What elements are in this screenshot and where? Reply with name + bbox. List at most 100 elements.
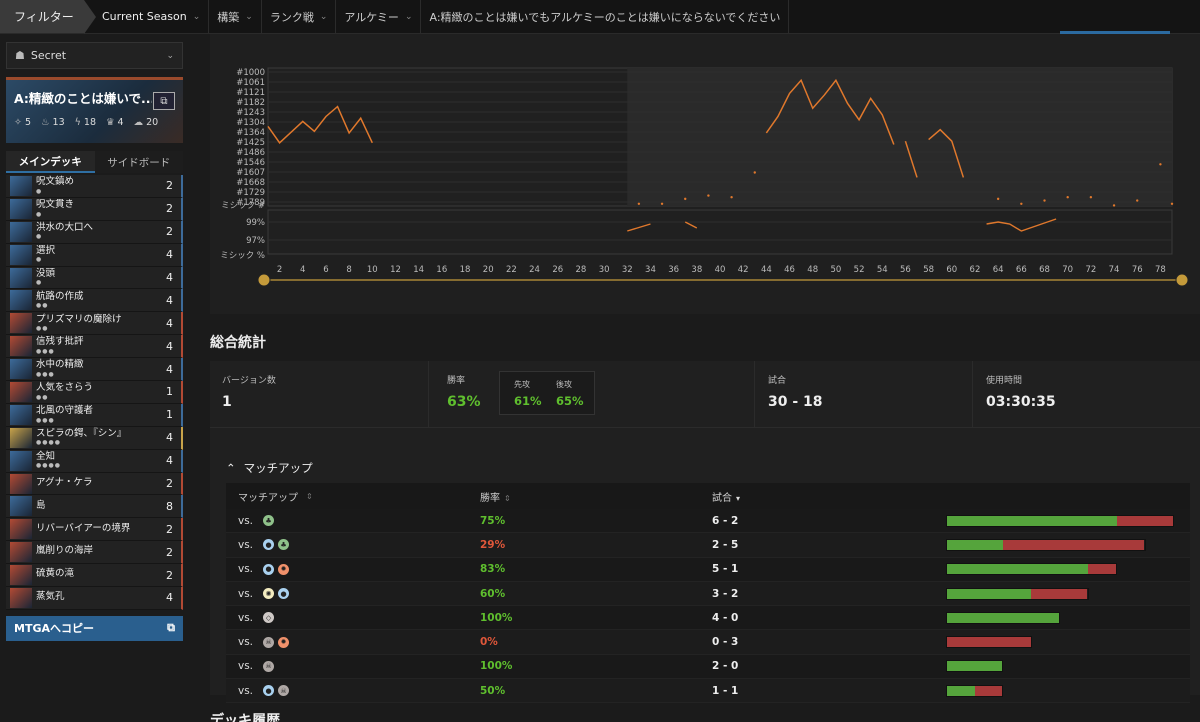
rank-chart: #1000#1061#1121#1182#1243#1304#1364#1425…	[220, 67, 1189, 287]
card-row[interactable]: 呪文鎮め ● 2	[6, 175, 183, 198]
visibility-select[interactable]: ☗ Secret ⌄	[6, 42, 183, 69]
card-art	[10, 336, 32, 357]
deck-stat-value: 5	[24, 117, 32, 128]
rank-point	[637, 202, 641, 206]
mtga-copy-button[interactable]: MTGAへコピー ⧉	[6, 615, 183, 641]
card-row[interactable]: 蒸気孔 4	[6, 587, 183, 610]
card-row[interactable]: 没頭 ● 4	[6, 266, 183, 290]
matchup-row[interactable]: vs. ● ♣ 29% 2 - 5	[226, 533, 1190, 558]
rank-point	[1136, 199, 1139, 202]
season-filter-label: Current Season	[102, 10, 187, 23]
card-name: 呪文貫き	[36, 199, 75, 211]
matchup-toggle[interactable]: ⌃ マッチアップ	[226, 460, 313, 476]
card-row[interactable]: 人気をさらう ●● 1	[6, 381, 183, 404]
card-name: スピラの鍔、『シン』	[36, 427, 127, 439]
card-row[interactable]: 硫黄の滝 2	[6, 564, 183, 588]
matches-value: 30 - 18	[768, 394, 823, 410]
matchup-bar	[946, 660, 1003, 673]
on-play-value: 61%	[514, 394, 542, 408]
matchup-winrate: 60%	[480, 587, 506, 600]
col-matches[interactable]: 試合 ▾	[704, 489, 946, 504]
card-row[interactable]: 水中の精緻 ●●● 4	[6, 358, 183, 382]
card-name-block: 没頭 ●	[36, 269, 55, 287]
card-name: リバーバイアーの境界	[36, 522, 131, 534]
tab-main-deck[interactable]: メインデッキ	[6, 151, 95, 173]
col-matchup[interactable]: マッチアップ ⇕	[226, 489, 466, 504]
mana-cost: ●●	[36, 302, 49, 310]
vs-label: vs.	[238, 538, 254, 551]
main-content: #1000 #1061 #1121 #1182 #1243 #1304 #1364 #1425…	[210, 34, 1200, 722]
matchup-bar	[946, 684, 1003, 697]
card-art	[10, 244, 32, 265]
card-row[interactable]: 航路の作成 ●● 4	[6, 289, 183, 313]
deck-filter[interactable]: A:精緻のことは嫌いでもアルケミーのことは嫌いにならないでください	[421, 0, 790, 33]
card-art	[10, 587, 32, 608]
card-row[interactable]: 島8	[6, 495, 183, 519]
deck-action-button[interactable]: ⧉	[153, 92, 175, 110]
card-art	[10, 221, 32, 242]
mythic-pct-axis-label: ミシック %	[220, 251, 265, 261]
card-art	[10, 267, 32, 288]
y-tick-label: #1486	[236, 148, 265, 158]
mana-cost: ●●●	[36, 416, 55, 424]
card-quantity: 4	[166, 591, 173, 605]
card-quantity: 1	[166, 385, 173, 399]
matchup-row[interactable]: vs. ● ✹ 83% 5 - 1	[226, 557, 1190, 582]
card-row[interactable]: 呪文貫き ● 2	[6, 197, 183, 221]
card-row[interactable]: 選択 ● 4	[6, 243, 183, 267]
mana-cost: ●●	[36, 325, 49, 333]
format-filter[interactable]: 構築 ⌄	[209, 0, 262, 33]
card-row[interactable]: 洪水の大口へ ● 2	[6, 220, 183, 244]
y-tick-label: #1546	[236, 158, 265, 168]
card-art	[10, 427, 32, 448]
queue-filter[interactable]: ランク戦 ⌄	[262, 0, 337, 33]
card-row[interactable]: スピラの鍔、『シン』 ●●●● 4	[6, 426, 183, 450]
card-name-block: 全知 ●●●●	[36, 452, 61, 470]
card-name: 航路の作成	[36, 290, 84, 302]
vs-label: vs.	[238, 636, 254, 649]
matchup-table-body: vs. ♣ 75% 6 - 2 vs. ● ♣ 29% 2 - 5 vs. ● ✹ 83% 5 - 1 vs…	[226, 509, 1190, 704]
card-name: 水中の精緻	[36, 359, 84, 371]
overall-stats-title: 総合統計	[210, 335, 266, 351]
matchup-row[interactable]: vs. ♣ 75% 6 - 2	[226, 509, 1190, 534]
deck-tabs: メインデッキ サイドボード	[6, 151, 183, 173]
matchup-row[interactable]: vs. ● ☠ 50% 1 - 1	[226, 679, 1190, 704]
vs-label: vs.	[238, 611, 254, 624]
card-name-block: 呪文鎮め ●	[36, 177, 74, 195]
x-tick-label: 72	[1085, 265, 1096, 275]
matchup-winrate: 50%	[480, 684, 506, 697]
card-row[interactable]: 全知 ●●●● 4	[6, 449, 183, 473]
mana-cost: ●●●	[36, 370, 55, 378]
y-tick-label: #1061	[236, 78, 265, 88]
x-tick-label: 18	[460, 265, 471, 275]
matchup-row[interactable]: vs. ✺ ● 60% 3 - 2	[226, 581, 1190, 607]
col-winrate[interactable]: 勝率 ⇕	[466, 489, 704, 504]
x-tick-label: 48	[807, 265, 818, 275]
x-tick-label: 6	[323, 265, 328, 275]
card-quantity: 4	[166, 248, 173, 262]
spy-icon: ☗	[15, 49, 25, 62]
card-row[interactable]: 北風の守護者 ●●● 1	[6, 403, 183, 427]
x-tick-label: 58	[923, 265, 934, 275]
card-row[interactable]: 嵐削りの海岸 2	[6, 541, 183, 565]
card-name-block: アグナ・ケラ	[36, 478, 93, 490]
event-filter[interactable]: アルケミー ⌄	[336, 0, 422, 33]
matchup-row[interactable]: vs. ☠ 100% 2 - 0	[226, 654, 1190, 680]
card-quantity: 2	[166, 568, 173, 582]
card-row[interactable]: プリズマリの魔除け ●● 4	[6, 312, 183, 336]
tab-sideboard[interactable]: サイドボード	[94, 151, 183, 173]
matchup-bar-cell	[946, 563, 1190, 576]
card-row[interactable]: アグナ・ケラ 2	[6, 472, 183, 496]
card-list: 呪文鎮め ● 2 呪文貫き ● 2 洪水の大口へ ● 2 選択 ● 4 没頭 ● 4 航路の作成 ●● 4 プリズマ…	[6, 175, 183, 610]
card-row[interactable]: 信残す批評 ●●● 4	[6, 335, 183, 359]
card-name-block: 水中の精緻 ●●●	[36, 360, 84, 378]
matchup-row[interactable]: vs. ☠ ✹ 0% 0 - 3	[226, 630, 1190, 655]
rank-point	[753, 171, 756, 174]
x-tick-label: 28	[576, 265, 587, 275]
matchup-row[interactable]: vs. ◇ 100% 4 - 0	[226, 606, 1190, 631]
season-filter[interactable]: Current Season ⌄	[84, 0, 210, 33]
deck-stat-sorcery: ϟ 18	[75, 117, 96, 128]
chevron-down-icon: ⌄	[166, 50, 174, 61]
card-row[interactable]: リバーバイアーの境界 2	[6, 518, 183, 542]
x-tick-label: 78	[1155, 265, 1166, 275]
